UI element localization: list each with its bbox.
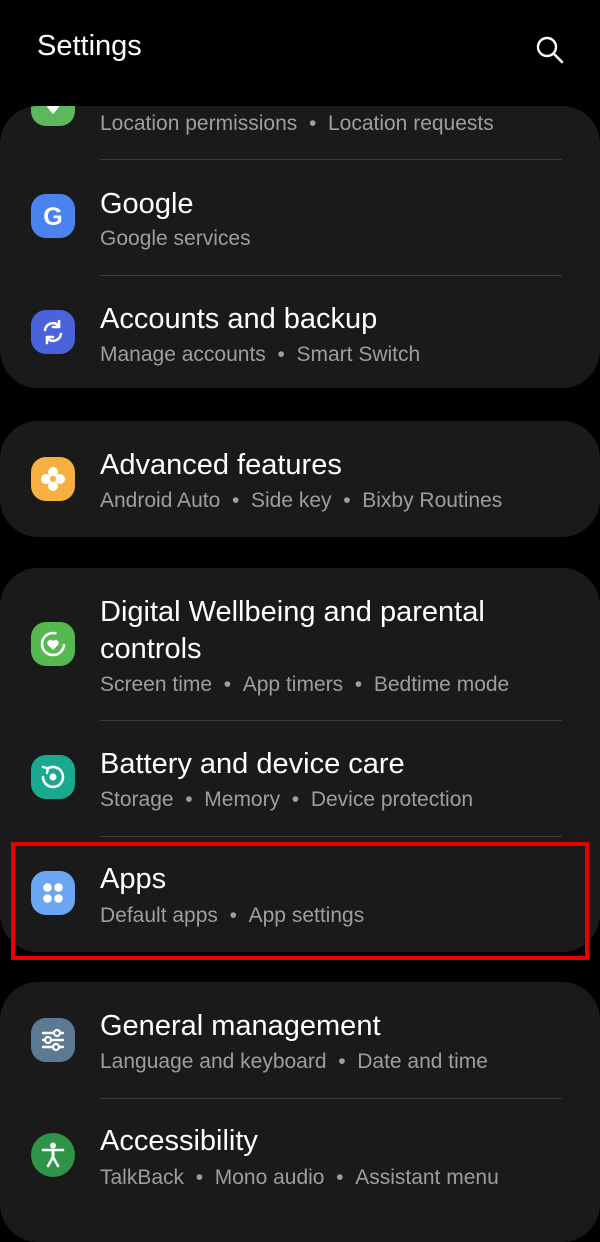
wellbeing-title-line2: controls	[100, 633, 202, 665]
settings-card-advanced: Advanced features Android Auto • Side ke…	[0, 421, 600, 537]
settings-item-advanced-features[interactable]: Advanced features Android Auto • Side ke…	[0, 421, 600, 537]
settings-item-accessibility[interactable]: Accessibility TalkBack • Mono audio • As…	[0, 1099, 600, 1242]
settings-item-digital-wellbeing[interactable]: Digital Wellbeing and parental controls …	[0, 568, 600, 720]
settings-item-google[interactable]: G Google Google services	[0, 160, 600, 275]
wellbeing-title-line1: Digital Wellbeing and parental	[100, 596, 485, 628]
google-subtitle: Google services	[100, 227, 251, 250]
location-icon	[31, 106, 75, 126]
sync-icon	[31, 310, 75, 354]
google-icon: G	[31, 194, 75, 238]
accounts-subtitle: Manage accounts • Smart Switch	[100, 343, 421, 366]
settings-card-system: General management Language and keyboard…	[0, 982, 600, 1242]
svg-text:G: G	[43, 203, 62, 231]
accessibility-person-icon	[31, 1133, 75, 1177]
accessibility-title: Accessibility	[100, 1125, 258, 1157]
apps-highlight-box	[11, 842, 589, 960]
wellbeing-heart-icon	[31, 622, 75, 666]
battery-title: Battery and device care	[100, 748, 405, 780]
google-title: Google	[100, 188, 194, 220]
puzzle-gear-icon	[31, 457, 75, 501]
advanced-subtitle: Android Auto • Side key • Bixby Routines	[100, 489, 503, 512]
accessibility-subtitle: TalkBack • Mono audio • Assistant menu	[100, 1166, 499, 1189]
wellbeing-subtitle: Screen time • App timers • Bedtime mode	[100, 673, 510, 696]
sliders-icon	[31, 1018, 75, 1062]
device-care-icon	[31, 755, 75, 799]
app-header: Settings	[0, 0, 600, 100]
search-icon[interactable]	[534, 34, 566, 66]
location-subtitle: Location permissions • Location requests	[100, 112, 494, 135]
general-title: General management	[100, 1010, 381, 1042]
accounts-title: Accounts and backup	[100, 303, 378, 335]
page-title: Settings	[37, 30, 142, 62]
settings-item-battery-device-care[interactable]: Battery and device care Storage • Memory…	[0, 721, 600, 836]
general-subtitle: Language and keyboard • Date and time	[100, 1050, 488, 1073]
settings-card-accounts: Location permissions • Location requests…	[0, 106, 600, 388]
settings-item-location[interactable]: Location permissions • Location requests	[0, 106, 600, 160]
battery-subtitle: Storage • Memory • Device protection	[100, 788, 474, 811]
settings-item-accounts-backup[interactable]: Accounts and backup Manage accounts • Sm…	[0, 276, 600, 388]
advanced-title: Advanced features	[100, 449, 342, 481]
settings-item-general-management[interactable]: General management Language and keyboard…	[0, 982, 600, 1098]
